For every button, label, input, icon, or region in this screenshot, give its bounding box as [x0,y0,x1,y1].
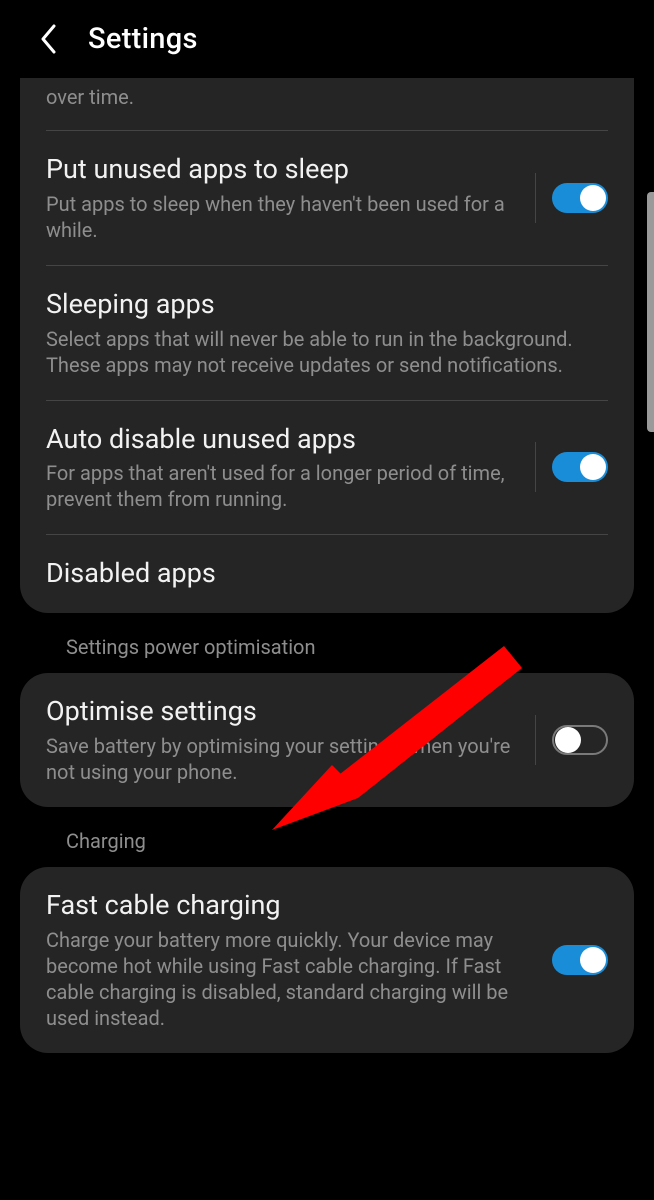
partial-subtitle: over time. [46,78,608,131]
back-icon[interactable] [38,28,60,50]
row-title: Disabled apps [46,557,608,591]
toggle-wrap [535,715,608,765]
row-text: Optimise settings Save battery by optimi… [46,695,519,785]
toggle-optimise-settings[interactable] [552,725,608,755]
row-title: Auto disable unused apps [46,423,519,457]
row-text: Disabled apps [46,557,608,591]
toggle-fast-cable-charging[interactable] [552,945,608,975]
row-subtitle: Put apps to sleep when they haven't been… [46,191,519,243]
row-text: Sleeping apps Select apps that will neve… [46,288,608,378]
row-title: Optimise settings [46,695,519,729]
row-subtitle: Save battery by optimising your settings… [46,733,519,785]
row-title: Sleeping apps [46,288,608,322]
row-sleeping-apps[interactable]: Sleeping apps Select apps that will neve… [46,266,608,401]
toggle-wrap [535,442,608,492]
scrollbar-thumb[interactable] [647,192,654,432]
row-disabled-apps[interactable]: Disabled apps [46,535,608,613]
app-header: Settings [0,0,654,78]
card-fast-cable-charging: Fast cable charging Charge your battery … [20,867,634,1053]
toggle-put-unused-apps-to-sleep[interactable] [552,183,608,213]
row-text: Put unused apps to sleep Put apps to sle… [46,153,519,243]
section-heading-charging: Charging [20,825,634,867]
row-auto-disable-unused-apps[interactable]: Auto disable unused apps For apps that a… [46,401,608,536]
settings-scroll-area: over time. Put unused apps to sleep Put … [0,78,654,1053]
row-put-unused-apps-to-sleep[interactable]: Put unused apps to sleep Put apps to sle… [46,131,608,266]
row-title: Put unused apps to sleep [46,153,519,187]
card-app-power-management: over time. Put unused apps to sleep Put … [20,78,634,613]
toggle-auto-disable-unused-apps[interactable] [552,452,608,482]
toggle-wrap [535,173,608,223]
section-heading-power-optimisation: Settings power optimisation [20,631,634,673]
row-subtitle: For apps that aren't used for a longer p… [46,460,519,512]
row-text: Fast cable charging Charge your battery … [46,889,536,1031]
row-subtitle: Select apps that will never be able to r… [46,326,608,378]
card-optimise-settings: Optimise settings Save battery by optimi… [20,673,634,807]
row-optimise-settings[interactable]: Optimise settings Save battery by optimi… [46,673,608,807]
page-title: Settings [88,22,198,56]
row-title: Fast cable charging [46,889,536,923]
toggle-wrap [552,935,608,985]
row-text: Auto disable unused apps For apps that a… [46,423,519,513]
row-subtitle: Charge your battery more quickly. Your d… [46,927,536,1031]
row-fast-cable-charging[interactable]: Fast cable charging Charge your battery … [46,867,608,1053]
